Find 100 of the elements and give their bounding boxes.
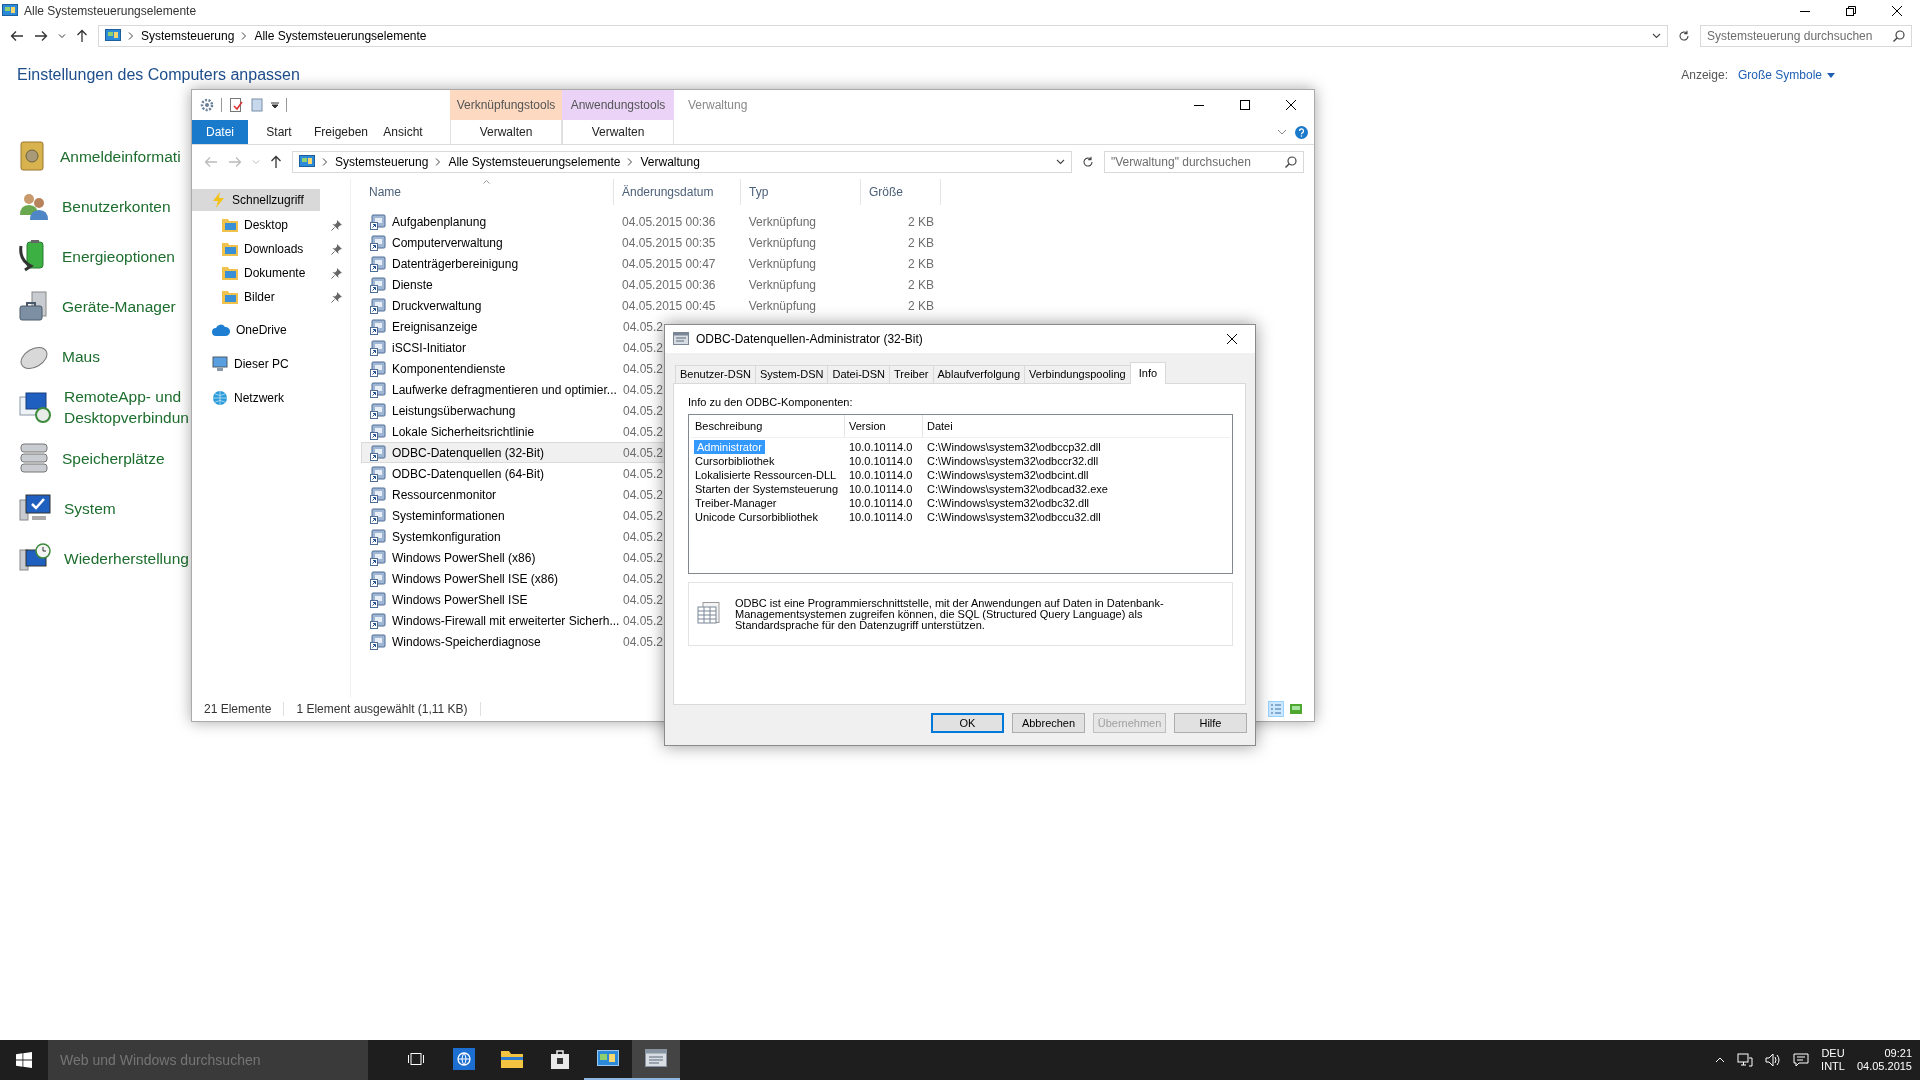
table-cell: C:\Windows\system32\odbcint.dll (927, 469, 1089, 481)
control-panel-link[interactable]: Geräte-Manager (62, 295, 176, 317)
file-row[interactable]: Aufgabenplanung 04.05.2015 00:36 Verknüpfung 2 KB (361, 211, 941, 232)
table-cell[interactable]: Treiber-Manager (695, 497, 777, 509)
ribbon-tab[interactable]: Datei (192, 120, 248, 144)
column-header[interactable]: Beschreibung (691, 415, 845, 437)
control-panel-link[interactable]: RemoteApp- und Desktopverbindun (64, 386, 192, 428)
nav-item[interactable]: OneDrive (192, 319, 350, 341)
description-text: ODBC ist eine Programmierschnittstelle, mit der Anwendungen auf Daten in Datenbank-Managementsystemen zugreifen können, die SQL (Structured Query Language) als Standardsprache für den Datenzugriff unterstützen. (735, 597, 1165, 631)
table-cell: C:\Windows\system32\odbccu32.dll (927, 511, 1101, 523)
control-panel-link[interactable]: System (64, 497, 116, 519)
column-header[interactable]: Name (361, 179, 614, 205)
search-field[interactable]: "Verwaltung" durchsuchen (1104, 151, 1304, 173)
nav-item[interactable]: Schnellzugriff (192, 189, 320, 211)
breadcrumb-item[interactable]: Alle Systemsteuerungselemente (448, 155, 621, 169)
type-cell: Verknüpfung (748, 298, 817, 313)
window-title: Alle Systemsteuerungselemente (24, 4, 197, 18)
page-heading: Einstellungen des Computers anpassen (17, 66, 300, 84)
date-cell: 04.05.2015 00:35 (622, 235, 716, 250)
dialog-tab[interactable]: System-DSN (754, 365, 829, 383)
file-name: Leistungsüberwachung (392, 403, 516, 418)
column-header[interactable]: Typ (741, 179, 861, 205)
table-cell: 10.0.10114.0 (849, 497, 913, 509)
file-row[interactable]: Systemkonfiguration 04.05.2 (361, 526, 941, 547)
file-row[interactable]: Windows PowerShell ISE (x86) 04.05.2 (361, 568, 941, 589)
type-cell: Verknüpfung (748, 235, 817, 250)
file-name: Windows PowerShell ISE (392, 592, 528, 607)
ribbon-tab[interactable]: Start (248, 120, 310, 144)
nav-item[interactable]: Dieser PC (192, 353, 350, 375)
breadcrumb-item[interactable]: Systemsteuerung (335, 155, 429, 169)
clock-date[interactable]: 04.05.2015 (1856, 1060, 1912, 1073)
view-dropdown[interactable]: Große Symbole (1737, 68, 1835, 82)
date-cell: 04.05.2 (623, 508, 664, 523)
control-panel-link[interactable]: Energieoptionen (62, 245, 175, 267)
selection-info: 1 Element ausgewählt (1,11 KB) (296, 702, 468, 716)
table-cell: C:\Windows\system32\odbc32.dll (927, 497, 1089, 509)
table-cell: 10.0.10114.0 (849, 511, 913, 523)
ribbon-tab[interactable]: Freigeben (310, 120, 372, 144)
date-cell: 04.05.2 (623, 550, 664, 565)
date-cell: 04.05.2 (623, 466, 664, 481)
dialog-tab[interactable]: Benutzer-DSN (675, 365, 756, 383)
ribbon-tab[interactable]: Verwalten (450, 120, 562, 144)
nav-item[interactable]: Bilder (192, 287, 350, 307)
address-bar[interactable]: Systemsteuerung Alle Systemsteuerungselemente (98, 25, 1668, 47)
dialog-tab[interactable]: Verbindungspooling (1024, 365, 1131, 383)
control-panel-link[interactable]: Maus (62, 345, 100, 367)
column-header[interactable]: Version (845, 415, 923, 437)
size-cell: 2 KB (908, 214, 934, 229)
nav-item[interactable]: Desktop (192, 215, 350, 235)
breadcrumb-item[interactable]: Alle Systemsteuerungselemente (254, 29, 427, 43)
language-indicator[interactable]: DEU (1821, 1047, 1845, 1060)
dialog-button[interactable]: OK (931, 713, 1004, 733)
column-header[interactable]: Größe (861, 179, 941, 205)
breadcrumb-item[interactable]: Verwaltung (640, 155, 700, 169)
size-cell: 2 KB (908, 277, 934, 292)
language-indicator[interactable]: INTL (1821, 1060, 1845, 1073)
file-name: Aufgabenplanung (392, 214, 487, 229)
ribbon-tab[interactable]: Verwalten (562, 120, 674, 144)
control-panel-link[interactable]: Anmeldeinformati (60, 145, 181, 167)
table-cell[interactable]: Lokalisierte Ressourcen-DLL (695, 469, 837, 481)
date-cell: 04.05.2015 00:45 (622, 298, 716, 313)
table-cell[interactable]: Starten der Systemsteuerung (695, 483, 839, 495)
search-field[interactable]: Web und Windows durchsuchen (48, 1040, 368, 1080)
date-cell: 04.05.2 (623, 487, 664, 502)
file-name: Komponentendienste (392, 361, 506, 376)
date-cell: 04.05.2 (623, 340, 664, 355)
search-field[interactable]: Systemsteuerung durchsuchen (1700, 25, 1912, 47)
nav-item[interactable]: Netzwerk (192, 387, 350, 409)
dialog-tab[interactable]: Info (1129, 362, 1167, 384)
date-cell: 04.05.2 (623, 403, 664, 418)
clock-time[interactable]: 09:21 (1884, 1047, 1912, 1060)
date-cell: 04.05.2 (623, 592, 664, 607)
ribbon-group-header: Anwendungstools (562, 90, 674, 120)
file-row[interactable]: Windows PowerShell (x86) 04.05.2 (361, 547, 941, 568)
control-panel-link[interactable]: Wiederherstellung (64, 547, 189, 569)
breadcrumb-item[interactable]: Systemsteuerung (141, 29, 235, 43)
table-cell: C:\Windows\system32\odbcad32.exe (927, 483, 1108, 495)
table-cell[interactable]: Unicode Cursorbibliothek (695, 511, 818, 523)
dialog-button[interactable]: Hilfe (1174, 713, 1247, 733)
file-row[interactable]: Druckverwaltung 04.05.2015 00:45 Verknüpfung 2 KB (361, 295, 941, 316)
nav-item[interactable]: Downloads (192, 239, 350, 259)
nav-item[interactable]: Dokumente (192, 263, 350, 283)
file-row[interactable]: Dienste 04.05.2015 00:36 Verknüpfung 2 KB (361, 274, 941, 295)
column-header[interactable]: Datei (923, 415, 1230, 437)
address-bar[interactable]: Systemsteuerung Alle Systemsteuerungselemente Verwaltung (292, 151, 1072, 173)
dialog-button[interactable]: Abbrechen (1012, 713, 1085, 733)
file-name: iSCSI-Initiator (392, 340, 467, 355)
file-name: ODBC-Datenquellen (32-Bit) (392, 445, 545, 460)
file-row[interactable]: Windows-Speicherdiagnose 04.05.2 (361, 631, 941, 652)
file-name: Ressourcenmonitor (392, 487, 497, 502)
date-cell: 04.05.2 (623, 445, 664, 460)
file-name: Windows-Speicherdiagnose (392, 634, 541, 649)
window-title: Verwaltung (688, 98, 748, 112)
control-panel-link[interactable]: Benutzerkonten (62, 195, 171, 217)
ribbon-tab[interactable]: Ansicht (372, 120, 434, 144)
file-row[interactable]: Datenträgerbereinigung 04.05.2015 00:47 Verknüpfung 2 KB (361, 253, 941, 274)
file-row[interactable]: Computerverwaltung 04.05.2015 00:35 Verknüpfung 2 KB (361, 232, 941, 253)
control-panel-link[interactable]: Speicherplätze (62, 447, 165, 469)
dialog-tab[interactable]: Ablaufverfolgung (932, 365, 1026, 383)
column-header[interactable]: Änderungsdatum (614, 179, 741, 205)
